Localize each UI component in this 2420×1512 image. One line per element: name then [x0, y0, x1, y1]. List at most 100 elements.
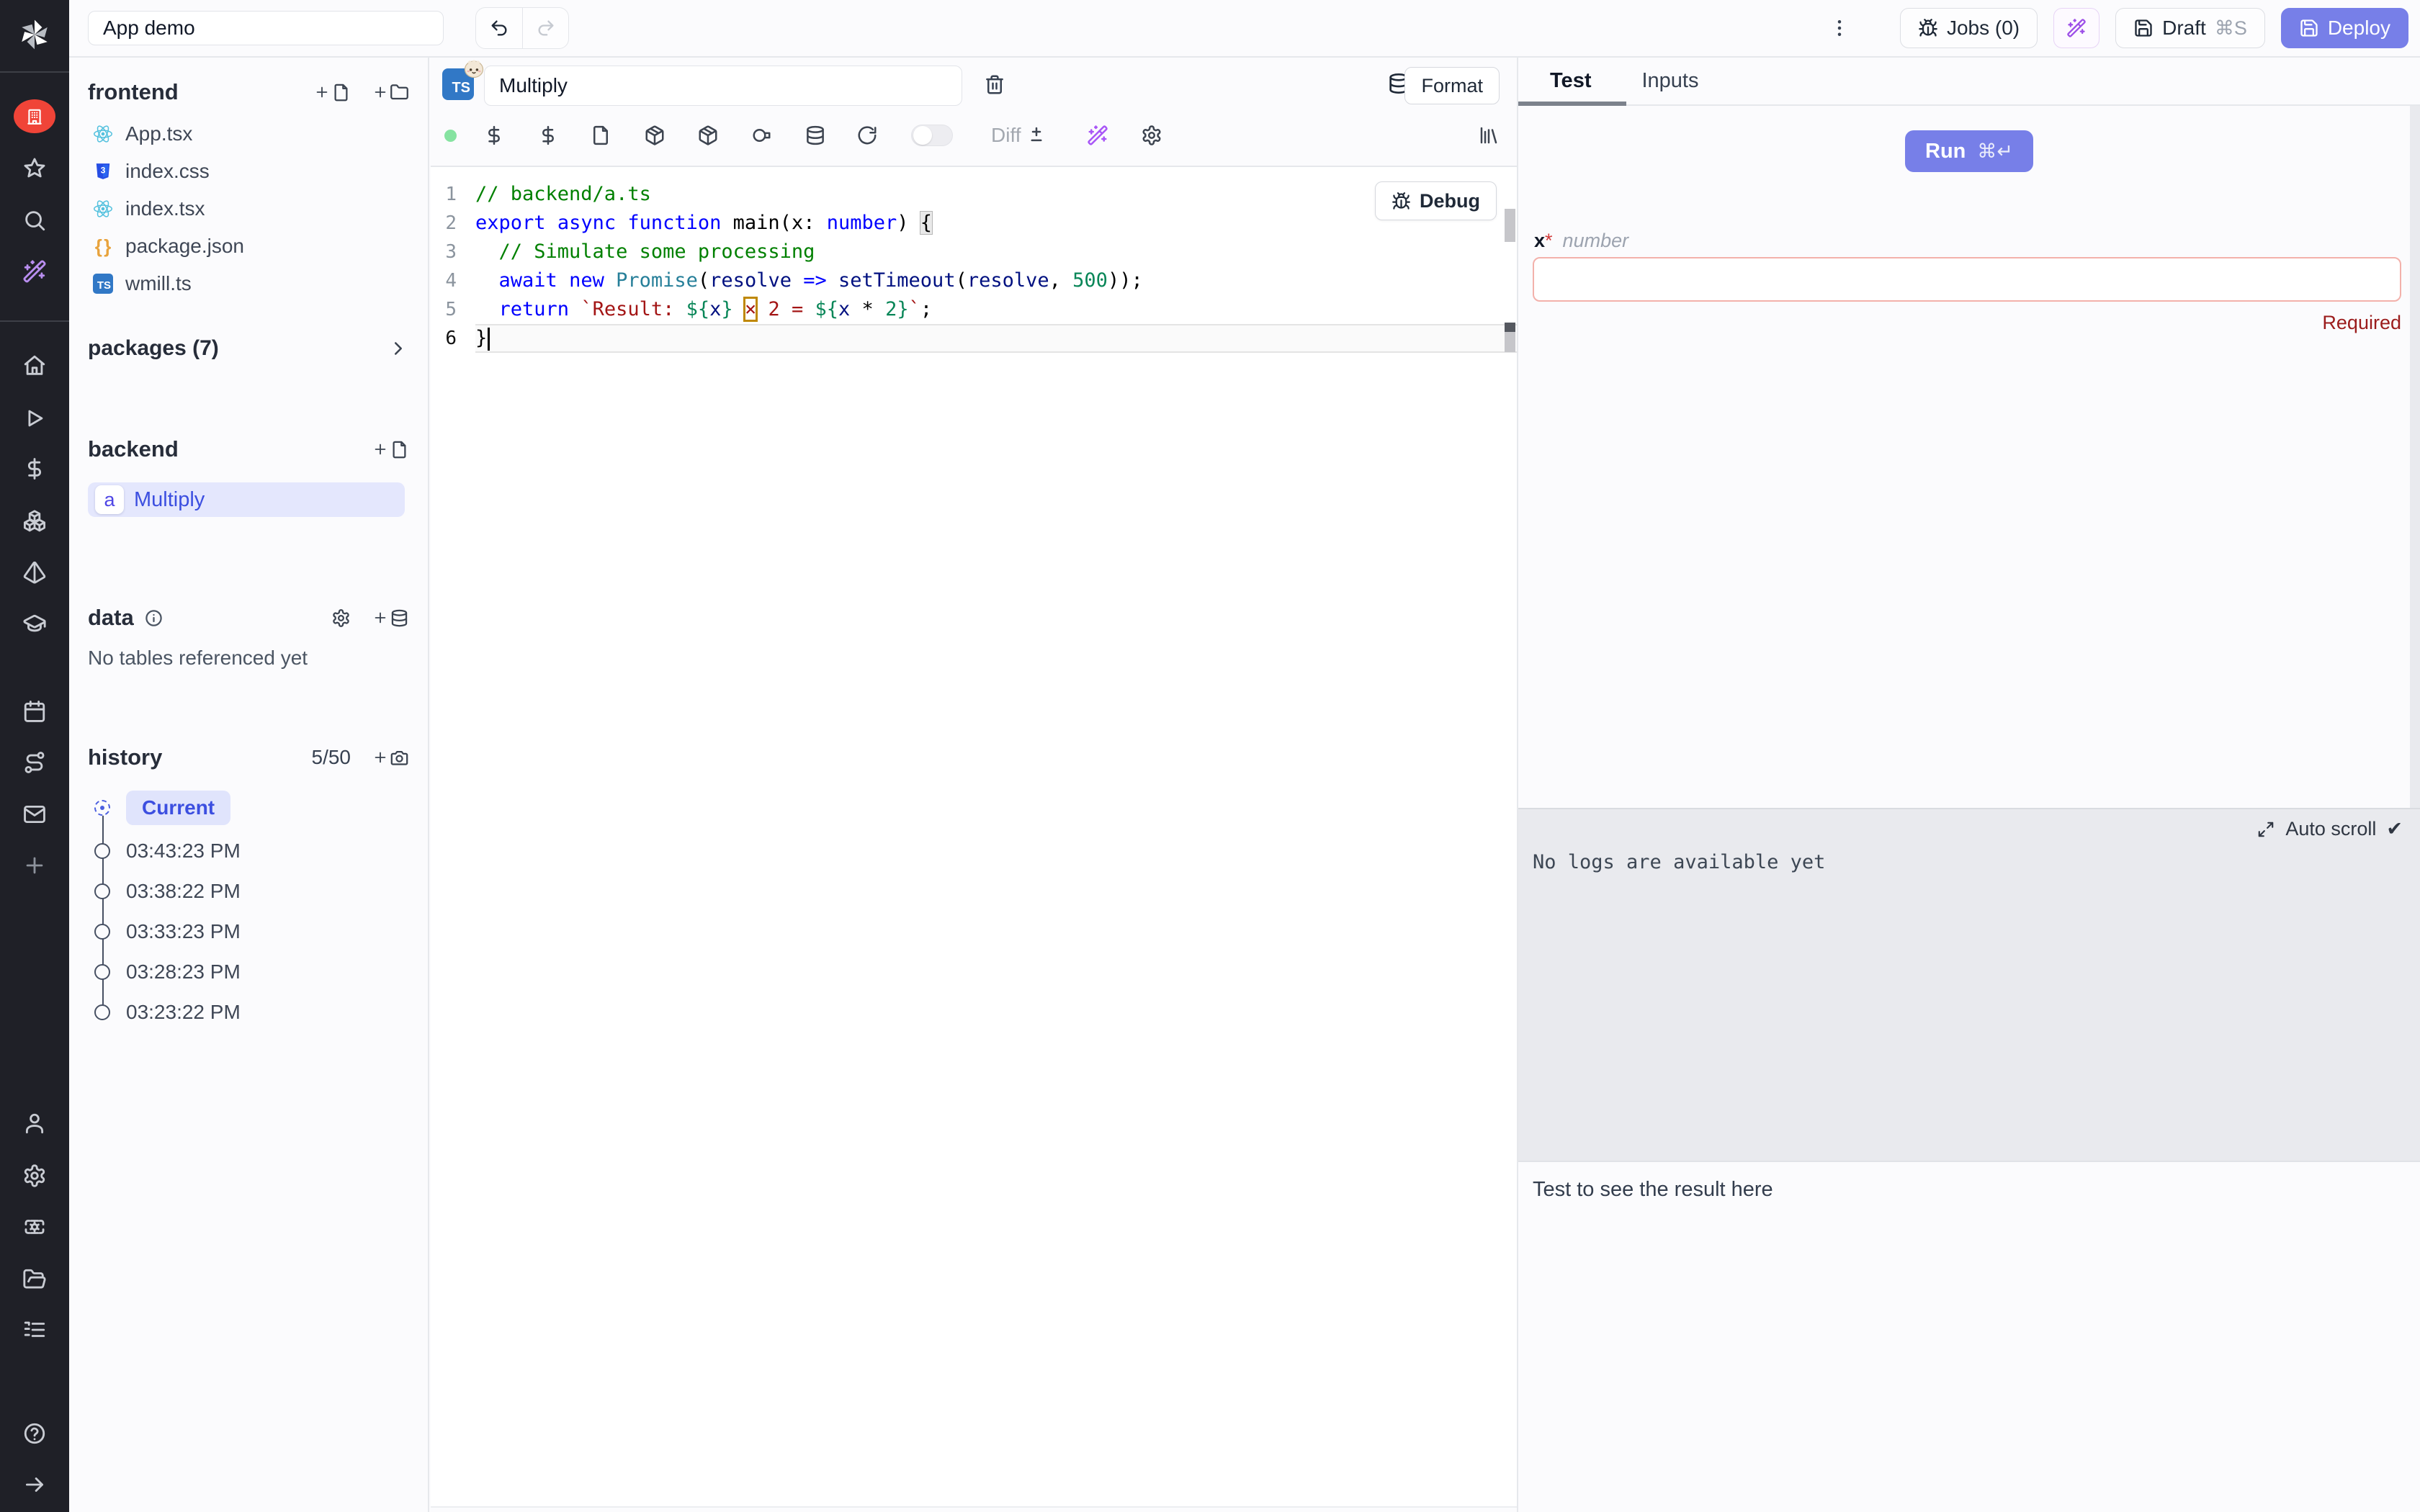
undo-button[interactable]	[476, 8, 522, 48]
args-scrollbar[interactable]	[2410, 106, 2420, 808]
undo-redo-group	[475, 7, 569, 49]
diff-icon[interactable]	[1026, 125, 1047, 146]
file-item-app-tsx[interactable]: App.tsx	[88, 115, 409, 153]
mail-button[interactable]	[0, 802, 69, 827]
script-item-multiply[interactable]: a Multiply	[88, 482, 405, 517]
expand-rail-button[interactable]	[0, 1472, 69, 1497]
autoscroll-label[interactable]: Auto scroll	[2285, 818, 2376, 840]
schedules-button[interactable]	[0, 699, 69, 724]
redo-button[interactable]	[522, 8, 568, 48]
runs-button[interactable]	[0, 406, 69, 431]
file-icon	[331, 83, 351, 102]
variables-button[interactable]	[0, 456, 69, 481]
code-editor[interactable]: 1// backend/a.ts2export async function m…	[431, 166, 1517, 1508]
timeline-dot	[94, 964, 110, 980]
settings-button[interactable]	[0, 1164, 69, 1188]
deploy-button[interactable]: Deploy	[2281, 8, 2408, 48]
add-database-button[interactable]	[372, 608, 409, 628]
code-line[interactable]: 3 // Simulate some processing	[431, 238, 1517, 266]
diff-toggle[interactable]	[911, 125, 953, 146]
history-entry: 03:23:22 PM	[88, 992, 409, 1032]
code-line[interactable]: 4 await new Promise(resolve => setTimeou…	[431, 266, 1517, 295]
editor-scrollbar[interactable]	[1505, 166, 1515, 1508]
package-icon[interactable]	[644, 125, 666, 146]
tab-test[interactable]: Test	[1550, 69, 1591, 93]
file-icon	[390, 440, 409, 459]
plug-icon[interactable]	[750, 125, 772, 146]
add-script-button[interactable]	[372, 440, 409, 459]
history-time[interactable]: 03:28:23 PM	[126, 960, 241, 984]
draft-label: Draft	[2162, 17, 2206, 40]
packages-row[interactable]: packages (7)	[88, 330, 409, 367]
code-line[interactable]: 2export async function main(x: number) {	[431, 209, 1517, 238]
run-button[interactable]: Run⌘↵	[1905, 130, 2033, 172]
logs-list-button[interactable]	[0, 1318, 69, 1342]
history-entry: 03:38:22 PM	[88, 871, 409, 912]
contextvar-icon[interactable]	[537, 125, 559, 146]
workspace-button[interactable]	[0, 99, 69, 133]
run-label: Run	[1925, 140, 1966, 163]
delete-script-button[interactable]	[984, 73, 1013, 102]
refresh-icon[interactable]	[856, 125, 878, 146]
resources-button[interactable]	[0, 509, 69, 534]
history-entry: 03:28:23 PM	[88, 952, 409, 992]
flows-button[interactable]	[0, 750, 69, 775]
users-button[interactable]	[0, 1111, 69, 1135]
code-line[interactable]: 1// backend/a.ts	[431, 180, 1517, 209]
file-label: App.tsx	[125, 122, 192, 145]
diff-label: Diff	[991, 124, 1021, 147]
history-time[interactable]: 03:43:23 PM	[126, 840, 241, 863]
jobs-button[interactable]: Jobs (0)	[1900, 8, 2038, 48]
wand-icon[interactable]	[1087, 125, 1108, 146]
draft-button[interactable]: Draft⌘S	[2115, 8, 2265, 48]
workers-button[interactable]	[0, 1215, 69, 1239]
tab-inputs[interactable]: Inputs	[1641, 69, 1698, 93]
home-button[interactable]	[0, 354, 69, 378]
history-current-button[interactable]: Current	[126, 791, 230, 825]
package-icon[interactable]	[697, 125, 719, 146]
script-name-input[interactable]	[484, 66, 962, 106]
star-icon	[22, 156, 47, 181]
windmill-logo	[0, 16, 69, 53]
help-button[interactable]	[0, 1421, 69, 1446]
add-file-button[interactable]	[314, 83, 351, 102]
code-line[interactable]: 5 return `Result: ${x} × 2 = ${x * 2}`;	[431, 295, 1517, 324]
history-time[interactable]: 03:23:22 PM	[126, 1001, 241, 1024]
graduation-cap-icon	[22, 611, 47, 636]
field-type: number	[1563, 230, 1629, 251]
learn-button[interactable]	[0, 611, 69, 636]
dollar-icon	[22, 456, 47, 481]
file-icon[interactable]	[590, 125, 611, 146]
library-icon[interactable]	[1478, 125, 1500, 146]
app-name-input[interactable]	[88, 11, 444, 45]
scrollbar-cursor-mark	[1505, 323, 1515, 332]
scrollbar-thumb[interactable]	[1505, 209, 1515, 242]
code-line[interactable]: 6}	[431, 324, 1517, 353]
file-item-wmill-ts[interactable]: TSwmill.ts	[88, 265, 409, 302]
debug-button[interactable]: Debug	[1375, 181, 1497, 220]
add-snapshot-button[interactable]	[372, 748, 409, 768]
variables-icon[interactable]	[483, 125, 505, 146]
folders-button[interactable]	[0, 1267, 69, 1292]
format-button[interactable]: Format	[1404, 67, 1500, 104]
favorites-button[interactable]	[0, 156, 69, 181]
history-time[interactable]: 03:38:22 PM	[126, 880, 241, 903]
history-time[interactable]: 03:33:23 PM	[126, 920, 241, 943]
add-folder-button[interactable]	[372, 83, 409, 102]
file-item-index-css[interactable]: 3index.css	[88, 153, 409, 190]
database-icon[interactable]	[805, 125, 826, 146]
history-entry: 03:33:23 PM	[88, 912, 409, 952]
more-menu-button[interactable]	[1825, 11, 1854, 45]
file-item-index-tsx[interactable]: index.tsx	[88, 190, 409, 228]
search-button[interactable]	[0, 208, 69, 233]
add-button[interactable]	[0, 853, 69, 878]
triggers-button[interactable]	[0, 560, 69, 585]
expand-icon[interactable]	[2257, 820, 2275, 839]
ai-wand-button[interactable]	[0, 259, 69, 284]
gear-icon[interactable]	[1141, 125, 1162, 146]
play-icon	[22, 406, 47, 431]
data-settings-button[interactable]	[331, 608, 351, 628]
x-number-input[interactable]	[1533, 257, 2401, 302]
ai-assistant-button[interactable]	[2053, 8, 2099, 48]
file-item-package-json[interactable]: { }package.json	[88, 228, 409, 265]
